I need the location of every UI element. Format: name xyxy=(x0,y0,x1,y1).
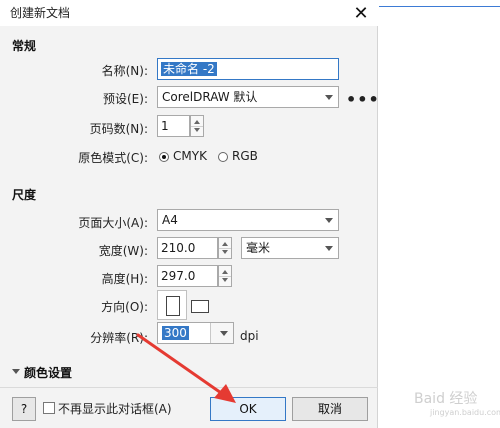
cancel-button[interactable]: 取消 xyxy=(292,397,368,421)
width-stepper[interactable] xyxy=(218,237,232,259)
footer-divider xyxy=(0,387,378,388)
orientation-portrait-button[interactable] xyxy=(157,290,187,320)
stepper-up-icon[interactable] xyxy=(222,270,228,274)
preset-dropdown[interactable]: CorelDRAW 默认 xyxy=(157,86,339,108)
watermark: Baid 经验 xyxy=(414,391,478,407)
radio-cmyk-label: CMYK xyxy=(173,149,207,163)
resolution-label: 分辨率(R): xyxy=(90,331,148,345)
height-stepper[interactable] xyxy=(218,265,232,287)
width-label: 宽度(W): xyxy=(98,244,148,258)
height-label: 高度(H): xyxy=(101,272,148,286)
resolution-value: 300 xyxy=(162,326,189,340)
close-icon[interactable]: ✕ xyxy=(348,0,374,26)
resolution-dropdown[interactable]: 300 xyxy=(157,322,234,344)
title-bar[interactable]: 创建新文档 ✕ xyxy=(0,0,378,26)
dont-show-label: 不再显示此对话框(A) xyxy=(58,402,172,416)
window-title: 创建新文档 xyxy=(10,6,71,20)
height-input[interactable]: 297.0 mm xyxy=(157,265,218,303)
section-dimensions: 尺度 xyxy=(12,188,37,202)
name-input[interactable]: 未命名 -2 xyxy=(157,58,339,80)
background-window-edge xyxy=(379,6,500,7)
color-mode-label: 原色模式(C): xyxy=(78,151,148,165)
watermark-sub: jingyan.baidu.com xyxy=(430,408,500,417)
radio-cmyk[interactable] xyxy=(159,152,169,162)
pages-input[interactable]: 1 xyxy=(157,115,190,137)
more-options-icon[interactable]: ••• xyxy=(346,90,380,109)
stepper-up-icon[interactable] xyxy=(222,242,228,246)
chevron-down-icon xyxy=(325,95,333,100)
stepper-down-icon[interactable] xyxy=(222,278,228,282)
color-settings-toggle[interactable]: 颜色设置 xyxy=(24,364,72,381)
screen: 创建新文档 ✕ 常规 名称(N): 未命名 -2 预设(E): CorelDRA… xyxy=(0,0,500,428)
chevron-down-icon xyxy=(325,218,333,223)
pages-stepper[interactable] xyxy=(190,115,204,137)
ok-button[interactable]: OK xyxy=(210,397,286,421)
dont-show-checkbox[interactable] xyxy=(43,402,55,414)
orientation-landscape-icon[interactable] xyxy=(191,300,209,313)
stepper-up-icon[interactable] xyxy=(194,120,200,124)
pages-label: 页码数(N): xyxy=(89,122,148,136)
stepper-down-icon[interactable] xyxy=(194,128,200,132)
unit-value: 毫米 xyxy=(246,241,271,255)
stepper-down-icon[interactable] xyxy=(222,250,228,254)
width-input[interactable]: 210.0 mm xyxy=(157,237,218,275)
chevron-down-icon xyxy=(325,246,333,251)
radio-rgb[interactable] xyxy=(218,152,228,162)
page-size-dropdown[interactable]: A4 xyxy=(157,209,339,231)
expand-chevron-icon[interactable] xyxy=(12,369,20,374)
pages-value: 1 xyxy=(161,119,169,133)
unit-dropdown[interactable]: 毫米 xyxy=(241,237,339,259)
orientation-label: 方向(O): xyxy=(101,300,148,314)
preset-label: 预设(E): xyxy=(103,92,148,106)
help-button[interactable]: ? xyxy=(12,397,36,421)
radio-rgb-label: RGB xyxy=(232,149,258,163)
name-label: 名称(N): xyxy=(101,64,148,78)
portrait-page-icon xyxy=(166,296,180,316)
create-new-document-dialog: 创建新文档 ✕ 常规 名称(N): 未命名 -2 预设(E): CorelDRA… xyxy=(0,0,380,428)
page-size-value: A4 xyxy=(162,213,178,227)
preset-value: CorelDRAW 默认 xyxy=(162,90,258,104)
page-size-label: 页面大小(A): xyxy=(78,216,148,230)
resolution-unit: dpi xyxy=(240,329,259,343)
name-input-value: 未命名 -2 xyxy=(161,62,217,76)
section-general: 常规 xyxy=(12,39,37,53)
chevron-down-icon xyxy=(220,331,228,336)
